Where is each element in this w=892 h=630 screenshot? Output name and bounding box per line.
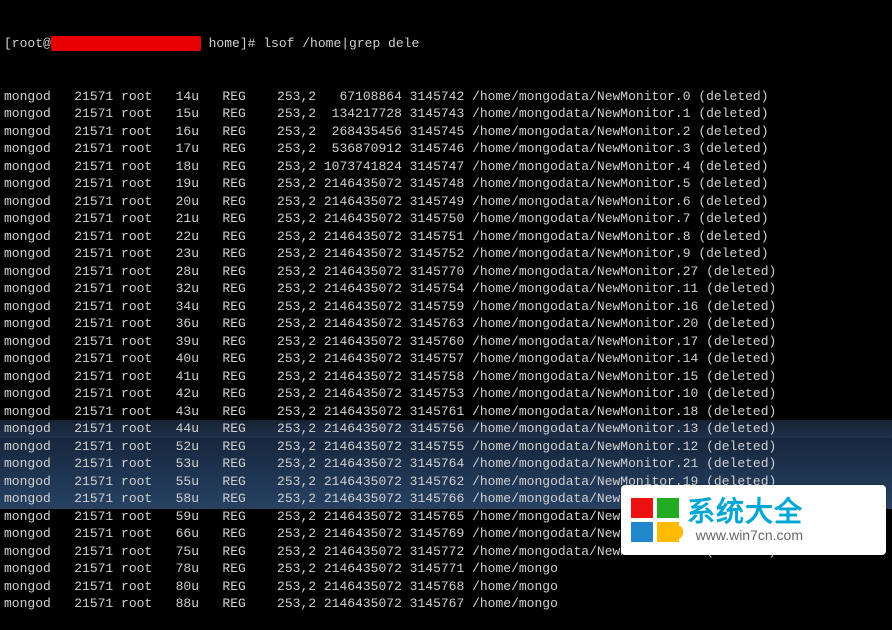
redacted-hostname bbox=[51, 36, 201, 51]
lsof-row: mongod 21571 root 28u REG 253,2 21464350… bbox=[4, 263, 892, 281]
lsof-row: mongod 21571 root 21u REG 253,2 21464350… bbox=[4, 210, 892, 228]
lsof-row: mongod 21571 root 14u REG 253,2 67108864… bbox=[4, 88, 892, 106]
lsof-row: mongod 21571 root 40u REG 253,2 21464350… bbox=[4, 350, 892, 368]
lsof-row: mongod 21571 root 42u REG 253,2 21464350… bbox=[4, 385, 892, 403]
lsof-row: mongod 21571 root 15u REG 253,2 13421772… bbox=[4, 105, 892, 123]
lsof-row: mongod 21571 root 78u REG 253,2 21464350… bbox=[4, 560, 892, 578]
typed-command: lsof /home|grep dele bbox=[263, 35, 419, 53]
lsof-row: mongod 21571 root 80u REG 253,2 21464350… bbox=[4, 578, 892, 596]
lsof-row: mongod 21571 root 88u REG 253,2 21464350… bbox=[4, 595, 892, 613]
watermark-title: 系统大全 bbox=[687, 497, 803, 526]
lsof-row: mongod 21571 root 53u REG 253,2 21464350… bbox=[4, 455, 892, 473]
lsof-row: mongod 21571 root 41u REG 253,2 21464350… bbox=[4, 368, 892, 386]
lsof-row: mongod 21571 root 34u REG 253,2 21464350… bbox=[4, 298, 892, 316]
lsof-row: mongod 21571 root 43u REG 253,2 21464350… bbox=[4, 403, 892, 421]
lsof-row: mongod 21571 root 44u REG 253,2 21464350… bbox=[4, 420, 892, 438]
lsof-row: mongod 21571 root 19u REG 253,2 21464350… bbox=[4, 175, 892, 193]
lsof-row: mongod 21571 root 52u REG 253,2 21464350… bbox=[4, 438, 892, 456]
lsof-row: mongod 21571 root 22u REG 253,2 21464350… bbox=[4, 228, 892, 246]
lsof-row: mongod 21571 root 39u REG 253,2 21464350… bbox=[4, 333, 892, 351]
windows-flag-icon bbox=[631, 498, 679, 542]
watermark-overlay: 系统大全 www.win7cn.com bbox=[621, 485, 886, 555]
prompt-prefix: [root@ bbox=[4, 35, 51, 53]
prompt-suffix: home]# bbox=[201, 35, 263, 53]
lsof-row: mongod 21571 root 32u REG 253,2 21464350… bbox=[4, 280, 892, 298]
lsof-row: mongod 21571 root 20u REG 253,2 21464350… bbox=[4, 193, 892, 211]
prompt-line: [root@ home]# lsof /home|grep dele bbox=[4, 35, 892, 53]
lsof-row: mongod 21571 root 36u REG 253,2 21464350… bbox=[4, 315, 892, 333]
lsof-row: mongod 21571 root 16u REG 253,2 26843545… bbox=[4, 123, 892, 141]
lsof-row: mongod 21571 root 23u REG 253,2 21464350… bbox=[4, 245, 892, 263]
watermark-url: www.win7cn.com bbox=[687, 528, 803, 543]
lsof-row: mongod 21571 root 18u REG 253,2 10737418… bbox=[4, 158, 892, 176]
lsof-row: mongod 21571 root 17u REG 253,2 53687091… bbox=[4, 140, 892, 158]
